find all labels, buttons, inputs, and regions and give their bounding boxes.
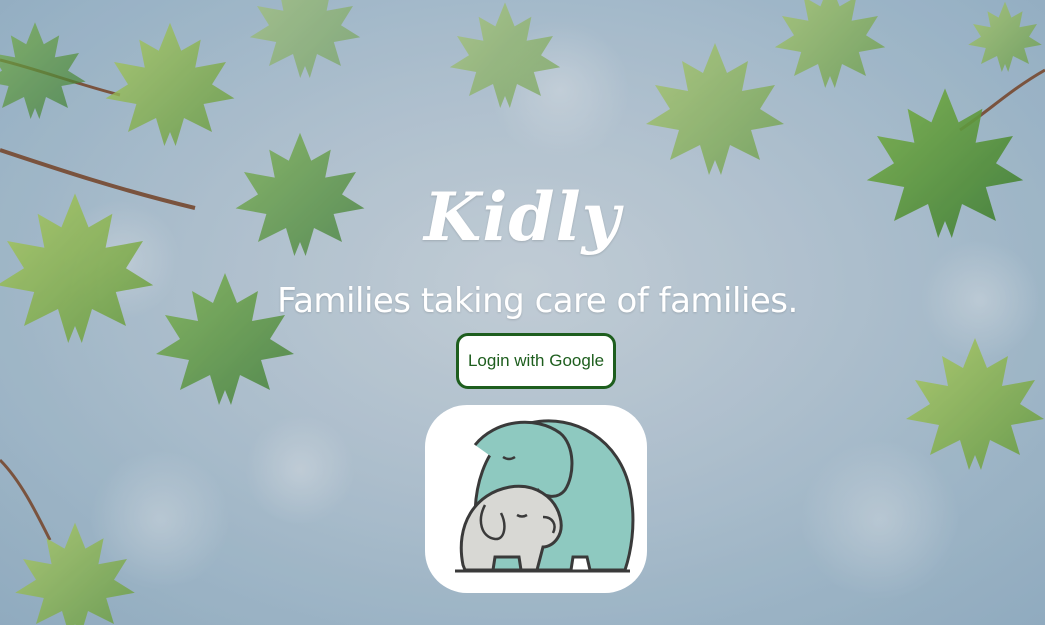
- elephant-mother-and-baby-icon: [455, 419, 635, 573]
- tagline: Families taking care of families.: [277, 281, 798, 321]
- app-logo: [425, 405, 647, 593]
- login-with-google-button[interactable]: Login with Google: [456, 333, 616, 389]
- hero-section: Kidly Families taking care of families. …: [0, 0, 1045, 625]
- brand-title: Kidly: [423, 178, 621, 256]
